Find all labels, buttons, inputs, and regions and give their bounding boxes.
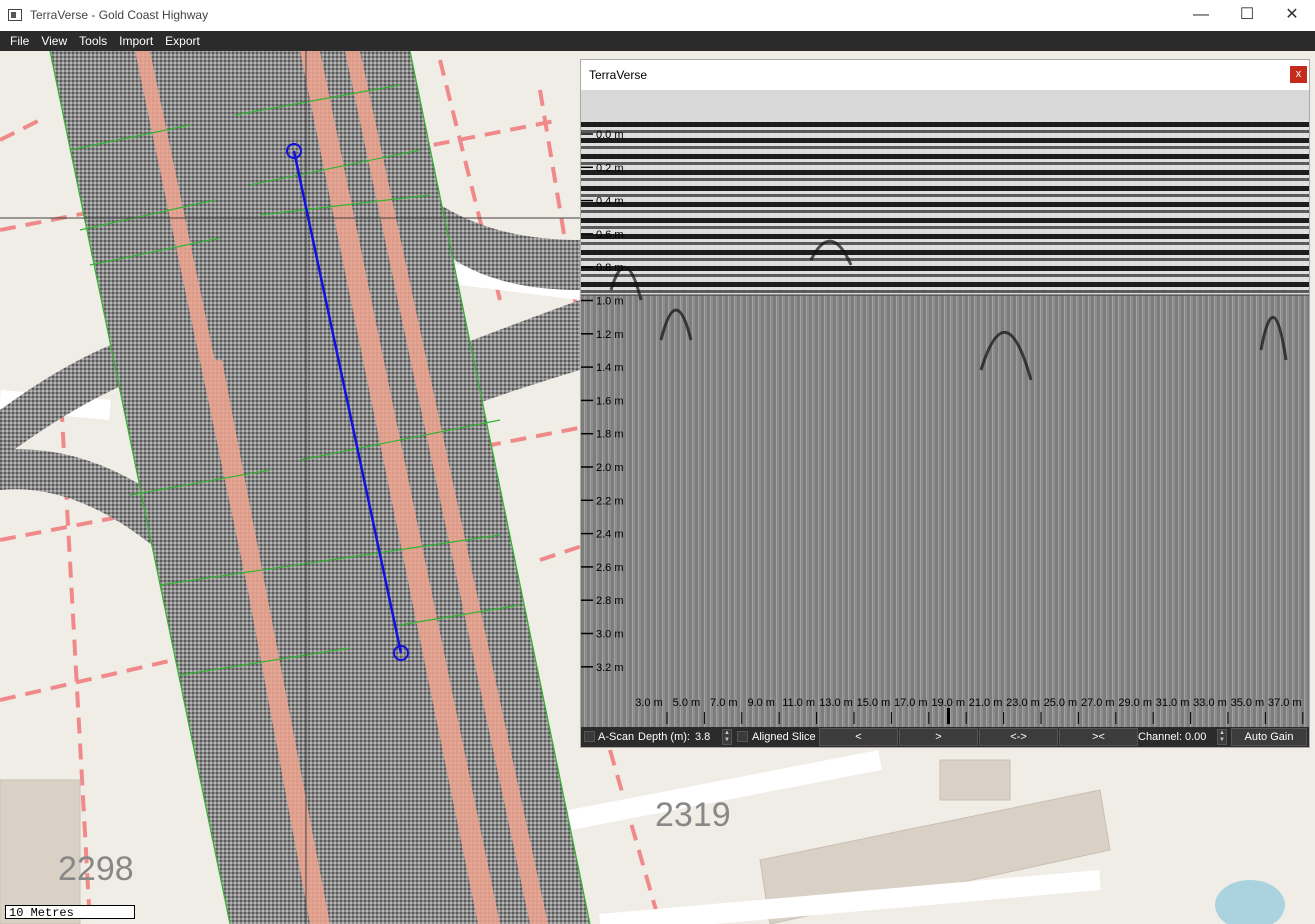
- distance-tick-label: 29.0 m: [1118, 697, 1152, 709]
- next-slice-button[interactable]: >: [899, 728, 978, 746]
- depth-tick-label: 1.8 m: [596, 429, 624, 441]
- aligned-slice-checkbox[interactable]: [737, 731, 748, 742]
- depth-value[interactable]: 3.8: [695, 731, 710, 743]
- channel-value[interactable]: 0.00: [1185, 731, 1206, 743]
- channel-label: Channel:: [1138, 731, 1183, 743]
- depth-tick-label: 1.4 m: [596, 362, 624, 374]
- depth-tick-label: 3.0 m: [596, 629, 624, 641]
- distance-tick-label: 37.0 m: [1268, 697, 1302, 709]
- distance-tick-label: 31.0 m: [1156, 697, 1190, 709]
- contract-button[interactable]: ><: [1059, 728, 1138, 746]
- depth-label: Depth (m):: [638, 731, 690, 743]
- depth-tick-label: 0.4 m: [596, 196, 624, 208]
- position-marker[interactable]: [947, 708, 950, 724]
- depth-tick-label: 3.2 m: [596, 662, 624, 674]
- aligned-slice-label: Aligned Slice: [752, 731, 816, 743]
- radargram-panel: TerraVerse x 0.0 m 0.2 m 0.4 m 0.6 m 0.8…: [580, 59, 1310, 748]
- ascan-checkbox[interactable]: [584, 731, 595, 742]
- depth-tick-label: 2.2 m: [596, 495, 624, 507]
- depth-tick-label: 2.6 m: [596, 562, 624, 574]
- depth-tick-label: 1.2 m: [596, 329, 624, 341]
- distance-tick-label: 5.0 m: [673, 697, 701, 709]
- distance-tick-label: 13.0 m: [819, 697, 853, 709]
- window-title: TerraVerse - Gold Coast Highway: [30, 8, 209, 22]
- radar-controls: A-Scan Depth (m): 3.8 ▲ ▼ Aligned Slice <…: [581, 727, 1309, 747]
- depth-tick-label: 0.0 m: [596, 129, 624, 141]
- ascan-label: A-Scan: [598, 731, 635, 743]
- depth-tick-label: 0.2 m: [596, 162, 624, 174]
- distance-tick-label: 23.0 m: [1006, 697, 1040, 709]
- panel-title: TerraVerse: [589, 68, 648, 82]
- menu-file[interactable]: File: [4, 31, 35, 51]
- menu-export[interactable]: Export: [159, 31, 206, 51]
- auto-gain-button[interactable]: Auto Gain: [1231, 728, 1307, 746]
- menu-view[interactable]: View: [35, 31, 73, 51]
- panel-close-button[interactable]: x: [1290, 66, 1307, 83]
- menu-tools[interactable]: Tools: [73, 31, 113, 51]
- distance-tick-label: 15.0 m: [857, 697, 891, 709]
- distance-tick-label: 3.0 m: [635, 697, 663, 709]
- prev-slice-button[interactable]: <: [819, 728, 898, 746]
- distance-tick-label: 33.0 m: [1193, 697, 1227, 709]
- depth-tick-label: 1.0 m: [596, 296, 624, 308]
- distance-tick-label: 19.0 m: [931, 697, 965, 709]
- expand-button[interactable]: <->: [979, 728, 1058, 746]
- distance-tick-label: 9.0 m: [747, 697, 775, 709]
- maximize-button[interactable]: ☐: [1224, 0, 1270, 31]
- menu-import[interactable]: Import: [113, 31, 159, 51]
- depth-tick-label: 2.8 m: [596, 595, 624, 607]
- depth-tick-label: 2.4 m: [596, 529, 624, 541]
- radargram-view[interactable]: 0.0 m 0.2 m 0.4 m 0.6 m 0.8 m 1.0 m 1.2 m 1.4 m…: [581, 90, 1309, 727]
- distance-tick-label: 35.0 m: [1231, 697, 1265, 709]
- distance-tick-label: 21.0 m: [969, 697, 1003, 709]
- depth-tick-label: 0.8 m: [596, 262, 624, 274]
- depth-spinner[interactable]: ▲ ▼: [722, 729, 732, 745]
- distance-tick-label: 7.0 m: [710, 697, 738, 709]
- channel-spinner[interactable]: ▲ ▼: [1217, 729, 1227, 745]
- map-label-2298: 2298: [58, 850, 134, 888]
- menu-bar: File View Tools Import Export: [0, 31, 1315, 51]
- map-label-2319: 2319: [655, 796, 731, 834]
- depth-tick-label: 2.0 m: [596, 462, 624, 474]
- depth-tick-label: 0.6 m: [596, 229, 624, 241]
- scale-bar: 10 Metres: [5, 905, 135, 920]
- distance-tick-label: 11.0 m: [782, 697, 815, 709]
- distance-tick-label: 17.0 m: [894, 697, 928, 709]
- panel-title-bar: TerraVerse x: [581, 60, 1309, 90]
- radargram-canvas[interactable]: 0.0 m 0.2 m 0.4 m 0.6 m 0.8 m 1.0 m 1.2 m 1.4 m…: [581, 90, 1309, 727]
- title-bar: TerraVerse - Gold Coast Highway — ☐ ✕: [0, 0, 1315, 32]
- close-button[interactable]: ✕: [1269, 0, 1315, 31]
- distance-tick-label: 27.0 m: [1081, 697, 1115, 709]
- minimize-button[interactable]: —: [1178, 0, 1224, 31]
- app-icon: [8, 9, 22, 21]
- distance-tick-label: 25.0 m: [1044, 697, 1078, 709]
- depth-tick-label: 1.6 m: [596, 395, 624, 407]
